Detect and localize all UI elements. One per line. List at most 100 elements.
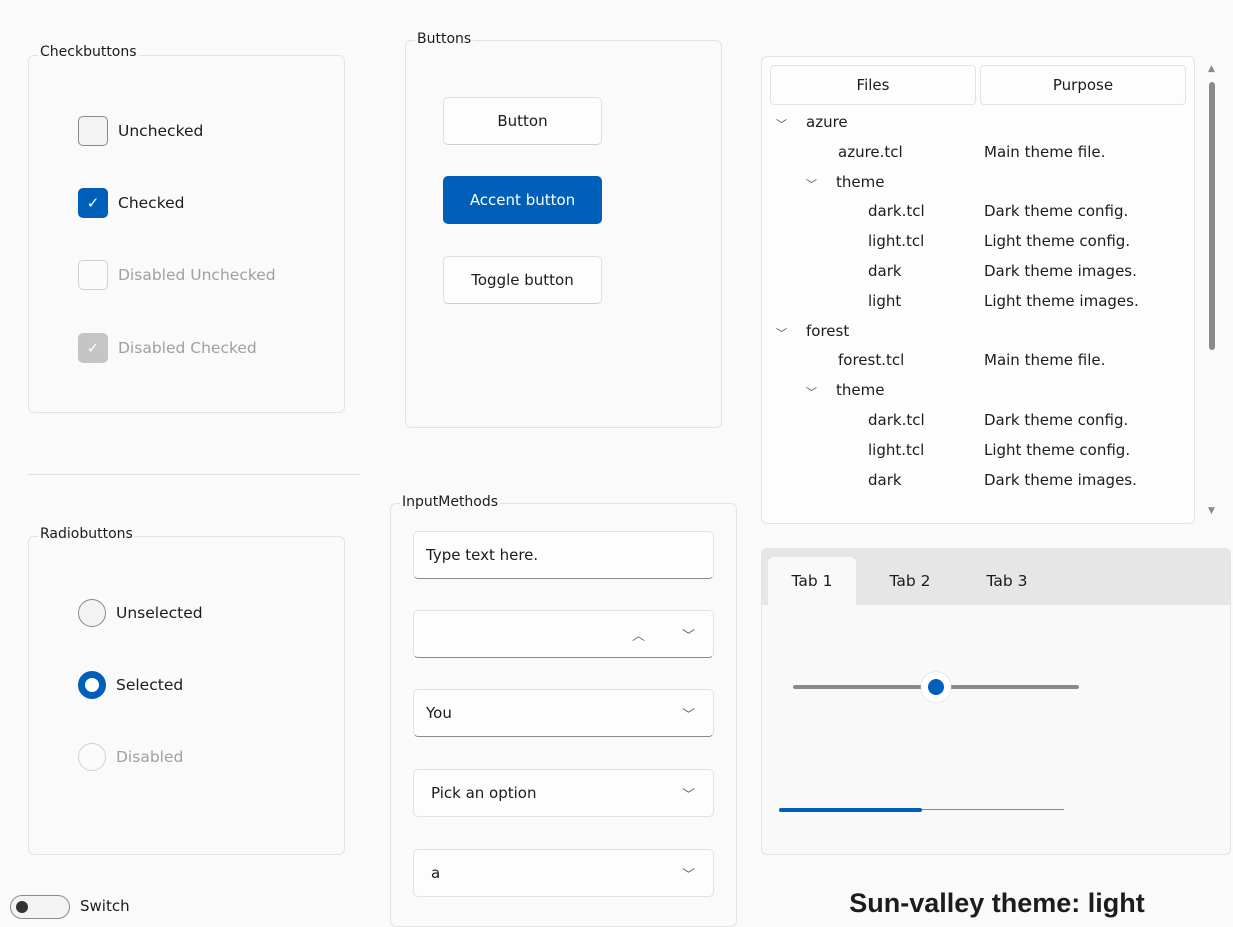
checkbox-label: Disabled Checked <box>118 339 257 357</box>
checkbuttons-title: Checkbuttons <box>38 44 139 60</box>
chevron-down-icon[interactable]: ﹀ <box>682 704 695 723</box>
slider-thumb[interactable] <box>921 672 951 702</box>
radio-circle <box>78 671 106 699</box>
chevron-up-icon[interactable]: ︿ <box>632 625 645 644</box>
expand-chevron-icon[interactable]: ﹀ <box>806 176 817 192</box>
scroll-down-icon[interactable]: ▼ <box>1208 506 1215 516</box>
radio-circle <box>78 743 106 771</box>
combobox-value: a <box>431 864 441 882</box>
tree-cell-purpose: Main theme file. <box>984 351 1106 370</box>
expand-chevron-icon[interactable]: ﹀ <box>776 325 787 341</box>
tree-cell-file: dark <box>868 470 902 489</box>
tree-cell-file: light.tcl <box>868 440 925 459</box>
checkbox-checked[interactable]: ✓ Checked <box>78 188 185 218</box>
progress-fill <box>779 808 922 812</box>
entry-text: Type text here. <box>426 546 539 564</box>
radio-unselected[interactable]: Unselected <box>78 599 203 627</box>
scrollbar[interactable]: ▲ ▼ <box>1203 60 1223 520</box>
tree-row[interactable]: dark.tcl Dark theme config. <box>762 198 1194 228</box>
radio-label: Disabled <box>116 748 184 766</box>
tree-row[interactable]: ﹀ theme <box>762 169 1194 199</box>
column-header-purpose[interactable]: Purpose <box>980 65 1186 105</box>
checkbox-box <box>78 116 108 146</box>
tree-cell-purpose: Main theme file. <box>984 142 1106 161</box>
scroll-up-icon[interactable]: ▲ <box>1208 64 1215 74</box>
tree-cell-file: theme <box>836 172 885 191</box>
combobox-value: You <box>426 704 452 722</box>
tree-cell-file: forest <box>806 321 850 340</box>
tree-row[interactable]: light.tcl Light theme config. <box>762 437 1194 467</box>
tree-cell-file: light <box>868 291 902 310</box>
checkbox-label: Checked <box>118 194 185 212</box>
tree-row[interactable]: light.tcl Light theme config. <box>762 228 1194 258</box>
toggle-button[interactable]: Toggle button <box>443 256 602 304</box>
switch-label: Switch <box>80 897 130 915</box>
tree-cell-purpose: Light theme images. <box>984 291 1139 310</box>
tree-row[interactable]: ﹀ azure <box>762 109 1194 139</box>
tree-cell-purpose: Dark theme config. <box>984 411 1129 429</box>
radiobuttons-frame <box>28 536 345 855</box>
tree-cell-file: forest.tcl <box>838 351 905 370</box>
checkmark-icon: ✓ <box>78 188 108 218</box>
chevron-down-icon[interactable]: ﹀ <box>682 625 695 644</box>
tree-cell-purpose: Light theme config. <box>984 440 1131 459</box>
combobox-1[interactable]: You ﹀ <box>413 689 714 737</box>
tree-row[interactable]: dark.tcl Dark theme config. <box>762 407 1194 437</box>
radio-selected[interactable]: Selected <box>78 671 183 699</box>
chevron-down-icon[interactable]: ﹀ <box>682 784 695 803</box>
checkbox-label: Unchecked <box>118 122 204 140</box>
tree-cell-purpose: Dark theme images. <box>984 470 1137 489</box>
checkbox-label: Disabled Unchecked <box>118 266 276 284</box>
radiobuttons-title: Radiobuttons <box>38 526 135 542</box>
notebook: Tab 1 Tab 2 Tab 3 <box>761 548 1231 855</box>
tree-cell-purpose: Dark theme config. <box>984 202 1129 221</box>
checkbox-disabled-checked: ✓ Disabled Checked <box>78 333 257 363</box>
checkbox-box <box>78 260 108 290</box>
checkbox-disabled-unchecked: Disabled Unchecked <box>78 260 276 290</box>
spinbox[interactable]: ︿ ﹀ <box>413 610 714 658</box>
checkmark-icon: ✓ <box>78 333 108 363</box>
switch-knob <box>16 901 28 913</box>
tree-row[interactable]: dark Dark theme images. <box>762 258 1194 288</box>
inputmethods-title: InputMethods <box>400 494 501 510</box>
radio-label: Unselected <box>116 604 203 622</box>
tree-cell-purpose: Light theme config. <box>984 232 1131 251</box>
combobox-3[interactable]: a ﹀ <box>413 849 714 897</box>
tree-cell-file: azure <box>806 113 848 131</box>
tree-row[interactable]: ﹀ forest <box>762 318 1194 348</box>
expand-chevron-icon[interactable]: ﹀ <box>806 384 817 400</box>
buttons-title: Buttons <box>415 31 474 47</box>
expand-chevron-icon[interactable]: ﹀ <box>776 116 787 132</box>
checkbox-unchecked[interactable]: Unchecked <box>78 116 203 146</box>
combobox-value: Pick an option <box>431 784 537 802</box>
tree-cell-file: dark <box>868 262 902 280</box>
tree-cell-file: light.tcl <box>868 232 925 251</box>
tree-row[interactable]: dark Dark theme images. <box>762 467 1194 497</box>
tab-1[interactable]: Tab 1 <box>768 557 856 605</box>
tree-cell-file: theme <box>836 381 885 400</box>
tree-row[interactable]: forest.tcl Main theme file. <box>762 347 1194 377</box>
chevron-down-icon[interactable]: ﹀ <box>682 864 695 883</box>
tree-cell-file: dark.tcl <box>868 411 925 429</box>
treeview[interactable]: Files Purpose ﹀ azure azure.tcl Main theme … <box>761 56 1195 524</box>
text-entry[interactable]: Type text here. <box>413 531 714 579</box>
tree-row[interactable]: ﹀ theme <box>762 377 1194 407</box>
theme-label: Sun-valley theme: light <box>849 888 1145 918</box>
radio-label: Selected <box>116 676 184 694</box>
radio-circle <box>78 599 106 627</box>
switch-toggle[interactable] <box>10 895 70 919</box>
tab-2[interactable]: Tab 2 <box>866 557 954 605</box>
tree-cell-purpose: Dark theme images. <box>984 262 1137 280</box>
tree-cell-file: azure.tcl <box>838 142 903 161</box>
accent-button[interactable]: Accent button <box>443 176 602 224</box>
slider[interactable] <box>793 672 1079 702</box>
scrollbar-thumb[interactable] <box>1209 82 1215 350</box>
button[interactable]: Button <box>443 97 602 145</box>
column-header-files[interactable]: Files <box>770 65 976 105</box>
combobox-2[interactable]: Pick an option ﹀ <box>413 769 714 817</box>
progressbar <box>779 808 1064 812</box>
radio-disabled: Disabled <box>78 743 183 771</box>
tab-3[interactable]: Tab 3 <box>963 557 1051 605</box>
tree-row[interactable]: azure.tcl Main theme file. <box>762 139 1194 169</box>
tree-row[interactable]: light Light theme images. <box>762 288 1194 318</box>
